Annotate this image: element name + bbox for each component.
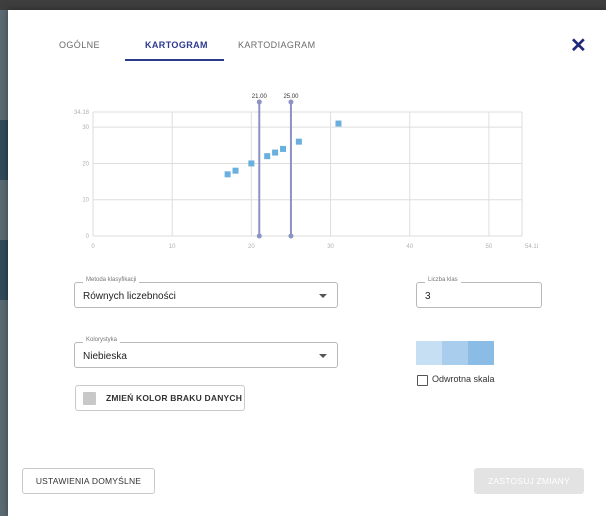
x-tick-label: 40 — [406, 244, 413, 250]
class-count-value: 3 — [425, 291, 431, 302]
change-missing-color-button[interactable]: ZMIEŃ KOLOR BRAKU DANYCH — [75, 385, 245, 411]
data-point — [335, 120, 342, 127]
class-break-handle-top — [256, 99, 262, 105]
apply-changes-button[interactable]: ZASTOSUJ ZMIANY — [474, 468, 584, 494]
y-tick-label: 20 — [82, 161, 89, 167]
color-scheme-value: Niebieska — [83, 351, 127, 362]
tab-kartodiagram[interactable]: KARTODIAGRAM — [238, 40, 315, 50]
class-break-handle-bottom — [288, 233, 294, 239]
x-max-label: 54.18 — [525, 244, 538, 250]
color-swatch-3 — [468, 341, 494, 365]
classification-method-select[interactable]: Metoda klasyfikacji Równych liczebności — [74, 277, 338, 308]
data-point — [232, 167, 239, 174]
color-scheme-select[interactable]: Kolorystyka Niebieska — [74, 337, 338, 368]
data-point — [280, 145, 287, 152]
active-tab-indicator — [125, 59, 224, 61]
reverse-scale-checkbox[interactable] — [417, 375, 428, 386]
tab-kartogram[interactable]: KARTOGRAM — [145, 40, 208, 50]
data-point — [295, 138, 302, 145]
color-swatch-2 — [442, 341, 468, 365]
y-tick-label: 10 — [82, 198, 89, 204]
x-tick-label: 20 — [248, 244, 255, 250]
data-point — [272, 149, 279, 156]
style-dialog: OGÓLNE KARTOGRAM KARTODIAGRAM ✕ 0 10 20 30 3… — [8, 10, 606, 516]
y-tick-label: 30 — [82, 125, 89, 131]
data-point — [248, 160, 255, 167]
data-point — [224, 171, 231, 178]
chevron-down-icon — [319, 354, 327, 358]
background-window-bar — [0, 0, 606, 10]
color-swatch-1 — [416, 341, 442, 365]
x-tick-label: 0 — [91, 244, 95, 250]
default-settings-button[interactable]: USTAWIENIA DOMYŚLNE — [22, 468, 155, 494]
y-max-label: 34.18 — [74, 110, 90, 116]
missing-color-chip — [83, 391, 96, 405]
tab-general[interactable]: OGÓLNE — [59, 40, 100, 50]
class-break-label: 25.00 — [283, 94, 299, 100]
color-scheme-legend: Kolorystyka — [83, 337, 121, 343]
class-count-legend: Liczba klas — [425, 277, 461, 283]
classification-chart: 0 10 20 30 34.18 0 10 20 30 40 50 54.18 21.00 25.00 — [74, 94, 538, 250]
x-tick-label: 30 — [327, 244, 334, 250]
x-tick-label: 50 — [486, 244, 493, 250]
class-break-label: 21.00 — [252, 94, 268, 100]
data-point — [264, 153, 271, 160]
x-tick-label: 10 — [169, 244, 176, 250]
close-icon[interactable]: ✕ — [570, 36, 587, 56]
classification-method-value: Równych liczebności — [83, 291, 176, 302]
change-missing-color-label: ZMIEŃ KOLOR BRAKU DANYCH — [106, 393, 243, 403]
class-count-field[interactable]: Liczba klas 3 — [416, 277, 542, 308]
reverse-scale-label: Odwrotna skala — [432, 374, 495, 384]
background-map-strip — [0, 10, 8, 516]
classification-method-legend: Metoda klasyfikacji — [83, 277, 140, 283]
class-break-handle-top — [288, 99, 294, 105]
y-tick-label: 0 — [86, 234, 90, 240]
class-break-handle-bottom — [256, 233, 262, 239]
chevron-down-icon — [319, 294, 327, 298]
